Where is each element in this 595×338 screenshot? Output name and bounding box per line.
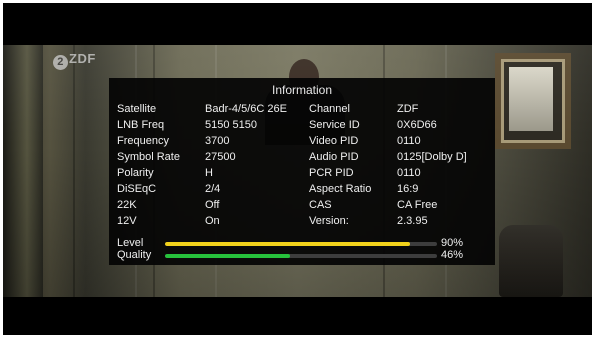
row-label: DiSEqC xyxy=(117,183,157,195)
level-label: Level xyxy=(117,237,144,249)
tv-screen: 2 ZDF Information Satellite Badr-4/5/6C 2… xyxy=(3,3,592,335)
row-label: Satellite xyxy=(117,103,157,115)
row-value: 2/4 xyxy=(205,183,221,195)
row-label: Video PID xyxy=(309,135,359,147)
level-meter xyxy=(165,242,437,246)
row-value: On xyxy=(205,215,220,227)
row-label: LNB Freq xyxy=(117,119,165,131)
row-value: Badr-4/5/6C 26E xyxy=(205,103,287,115)
row-value: 27500 xyxy=(205,151,236,163)
row-label: Polarity xyxy=(117,167,154,179)
row-value: CA Free xyxy=(397,199,438,211)
row-label: CAS xyxy=(309,199,332,211)
row-value: 0110 xyxy=(397,167,421,179)
row-label: Version: xyxy=(309,215,349,227)
quality-percent: 46% xyxy=(441,249,464,261)
quality-label: Quality xyxy=(117,249,152,261)
row-label: Aspect Ratio xyxy=(309,183,372,195)
quality-meter-fill xyxy=(165,254,291,258)
row-label: Symbol Rate xyxy=(117,151,180,163)
zdf-logo-icon: 2 xyxy=(53,55,68,70)
quality-meter xyxy=(165,254,437,258)
row-label: Channel xyxy=(309,103,350,115)
row-label: PCR PID xyxy=(309,167,354,179)
row-value: 0X6D66 xyxy=(397,119,437,131)
channel-logo: 2 ZDF xyxy=(53,51,96,70)
row-label: 12V xyxy=(117,215,137,227)
channel-logo-text: ZDF xyxy=(69,51,96,66)
level-meter-fill xyxy=(165,242,410,246)
level-percent: 90% xyxy=(441,237,464,249)
row-value: 0125[Dolby D] xyxy=(397,151,467,163)
row-value: 16:9 xyxy=(397,183,419,195)
row-value: 0110 xyxy=(397,135,421,147)
row-value: 5150 5150 xyxy=(205,119,257,131)
row-label: Service ID xyxy=(309,119,360,131)
row-value: ZDF xyxy=(397,103,419,115)
row-value: 3700 xyxy=(205,135,230,147)
row-label: Frequency xyxy=(117,135,169,147)
row-value: Off xyxy=(205,199,220,211)
information-panel: Information Satellite Badr-4/5/6C 26E Ch… xyxy=(109,78,495,265)
row-value: 2.3.95 xyxy=(397,215,428,227)
row-label: Audio PID xyxy=(309,151,359,163)
row-label: 22K xyxy=(117,199,137,211)
row-value: H xyxy=(205,167,213,179)
panel-title: Information xyxy=(271,83,333,97)
